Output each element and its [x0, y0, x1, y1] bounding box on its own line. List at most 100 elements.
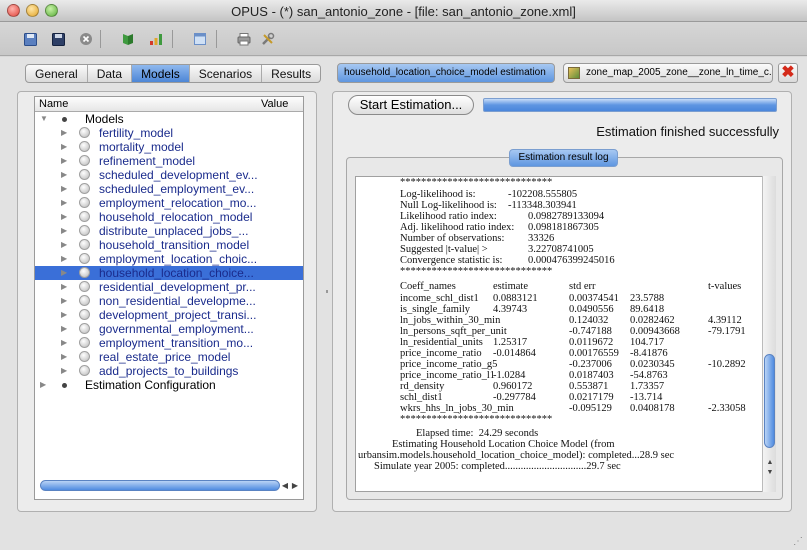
collapsed-triangle-icon[interactable]: ▶ — [61, 238, 67, 252]
tree-item[interactable]: ▶ mortality_model — [35, 140, 303, 154]
tree-item-label: residential_development_pr... — [99, 280, 256, 294]
tree-item[interactable]: ▶ household_location_choice... — [35, 266, 303, 280]
log-coeff-name: schl_dist1 — [400, 392, 443, 403]
tree-horizontal-scrollbar[interactable] — [40, 480, 280, 491]
tab-models[interactable]: Models — [132, 65, 190, 82]
log-coeff-value: 89.6418 — [630, 304, 665, 315]
collapsed-triangle-icon[interactable]: ▶ — [61, 196, 67, 210]
new-file-icon[interactable] — [22, 31, 38, 47]
scroll-down-icon[interactable]: ▼ — [764, 468, 776, 478]
log-message: urbansim.models.household_location_choic… — [358, 450, 675, 461]
collapsed-triangle-icon[interactable]: ▶ — [61, 322, 67, 336]
tree-item-label: household_transition_model — [99, 238, 250, 252]
tree-root-models[interactable]: ▼ Models — [35, 112, 303, 126]
tree-item-label: distribute_unplaced_jobs_... — [99, 224, 249, 238]
tab-results[interactable]: Results — [262, 65, 320, 82]
tab-estimation-result-log[interactable]: Estimation result log — [509, 149, 618, 167]
tree-root-estimation-configuration[interactable]: ▶ Estimation Configuration — [35, 378, 303, 392]
expanded-triangle-icon[interactable]: ▼ — [40, 112, 48, 126]
collapsed-triangle-icon[interactable]: ▶ — [61, 224, 67, 238]
collapsed-triangle-icon[interactable]: ▶ — [61, 308, 67, 322]
collapsed-triangle-icon[interactable]: ▶ — [61, 364, 67, 378]
tree-item[interactable]: ▶ employment_relocation_mo... — [35, 196, 303, 210]
tab-data[interactable]: Data — [88, 65, 133, 82]
tab-zone-map[interactable]: zone_map_2005_zone__zone_ln_time_c... — [563, 63, 773, 83]
tree-item[interactable]: ▶ residential_development_pr... — [35, 280, 303, 294]
close-tab-icon[interactable]: ✖ — [778, 63, 798, 83]
collapsed-triangle-icon[interactable]: ▶ — [61, 126, 67, 140]
tree-item[interactable]: ▶ household_relocation_model — [35, 210, 303, 224]
tree-item[interactable]: ▶ governmental_employment... — [35, 322, 303, 336]
tree-item[interactable]: ▶ fertility_model — [35, 126, 303, 140]
log-coeff-value: -13.714 — [630, 392, 663, 403]
save-icon[interactable] — [50, 31, 66, 47]
log-coeff-name: ln_persons_sqft_per_unit — [400, 326, 507, 337]
log-coeff-name: rd_density — [400, 381, 445, 392]
tree-root-label: Estimation Configuration — [85, 378, 216, 392]
split-handle[interactable] — [326, 290, 328, 293]
printer-icon[interactable] — [236, 31, 252, 47]
tree-item[interactable]: ▶ development_project_transi... — [35, 308, 303, 322]
tree-item[interactable]: ▶ refinement_model — [35, 154, 303, 168]
models-tree[interactable]: Name Value ▼ Models ▶ fertility_model ▶ mor… — [34, 96, 304, 500]
resize-grip-icon[interactable]: ⋰ — [793, 536, 805, 548]
collapsed-triangle-icon[interactable]: ▶ — [61, 336, 67, 350]
scroll-arrows[interactable]: ▲ ▼ — [764, 458, 776, 478]
tree-column-value[interactable]: Value — [261, 98, 288, 110]
log-coeff-value: 0.00176559 — [569, 348, 619, 359]
tree-item[interactable]: ▶ real_estate_price_model — [35, 350, 303, 364]
tab-scenarios[interactable]: Scenarios — [190, 65, 263, 82]
estimation-log[interactable]: ***************************** Log-likelih… — [355, 176, 776, 492]
tree-item[interactable]: ▶ scheduled_development_ev... — [35, 168, 303, 182]
tree-item[interactable]: ▶ household_transition_model — [35, 238, 303, 252]
collapsed-triangle-icon[interactable]: ▶ — [61, 252, 67, 266]
tree-item[interactable]: ▶ non_residential_developme... — [35, 294, 303, 308]
scroll-right-icon[interactable]: ▶ — [292, 481, 298, 490]
log-coeff-name: is_single_family — [400, 304, 470, 315]
left-tab-bar: General Data Models Scenarios Results — [25, 64, 322, 83]
window-icon[interactable] — [192, 31, 208, 47]
collapsed-triangle-icon[interactable]: ▶ — [61, 140, 67, 154]
collapsed-triangle-icon[interactable]: ▶ — [61, 350, 67, 364]
tree-item[interactable]: ▶ employment_transition_mo... — [35, 336, 303, 350]
tree-item[interactable]: ▶ distribute_unplaced_jobs_... — [35, 224, 303, 238]
collapsed-triangle-icon[interactable]: ▶ — [61, 168, 67, 182]
log-coeff-value: 23.5788 — [630, 293, 665, 304]
collapsed-triangle-icon[interactable]: ▶ — [61, 280, 67, 294]
log-coeff-value: -2.33058 — [708, 403, 746, 414]
scroll-thumb[interactable] — [764, 354, 775, 448]
collapsed-triangle-icon[interactable]: ▶ — [40, 378, 46, 392]
tree-item[interactable]: ▶ scheduled_employment_ev... — [35, 182, 303, 196]
tree-column-name[interactable]: Name — [39, 98, 68, 110]
collapsed-triangle-icon[interactable]: ▶ — [61, 154, 67, 168]
book-icon[interactable] — [120, 31, 136, 47]
log-coeff-name: income_schl_dist1 — [400, 293, 479, 304]
log-coeff-value: 0.124032 — [569, 315, 609, 326]
model-icon — [79, 351, 90, 362]
toolbar-separator — [100, 30, 101, 48]
scroll-arrows[interactable]: ◀ ▶ — [280, 479, 300, 492]
collapsed-triangle-icon[interactable]: ▶ — [61, 266, 67, 280]
scroll-up-icon[interactable]: ▲ — [764, 458, 776, 468]
collapsed-triangle-icon[interactable]: ▶ — [61, 182, 67, 196]
toolbar — [0, 22, 807, 56]
start-estimation-button[interactable]: Start Estimation... — [348, 95, 474, 115]
bar-chart-icon[interactable] — [148, 31, 164, 47]
model-icon — [79, 141, 90, 152]
collapsed-triangle-icon[interactable]: ▶ — [61, 294, 67, 308]
model-icon — [79, 365, 90, 376]
scroll-left-icon[interactable]: ◀ — [282, 481, 288, 490]
log-coeff-value: 1.25317 — [493, 337, 528, 348]
tools-icon[interactable] — [260, 31, 276, 47]
tab-estimation[interactable]: household_location_choice_model estimati… — [337, 63, 555, 83]
log-summary-label: Null Log-likelihood is: — [400, 200, 497, 211]
log-vertical-scrollbar[interactable]: ▲ ▼ — [762, 176, 776, 492]
tree-header: Name Value — [35, 97, 303, 112]
close-circle-icon[interactable] — [78, 31, 94, 47]
log-summary-label: Likelihood ratio index: — [400, 211, 497, 222]
tree-item[interactable]: ▶ employment_location_choic... — [35, 252, 303, 266]
log-summary-label: Number of observations: — [400, 233, 505, 244]
tree-item[interactable]: ▶ add_projects_to_buildings — [35, 364, 303, 378]
tab-general[interactable]: General — [26, 65, 88, 82]
collapsed-triangle-icon[interactable]: ▶ — [61, 210, 67, 224]
